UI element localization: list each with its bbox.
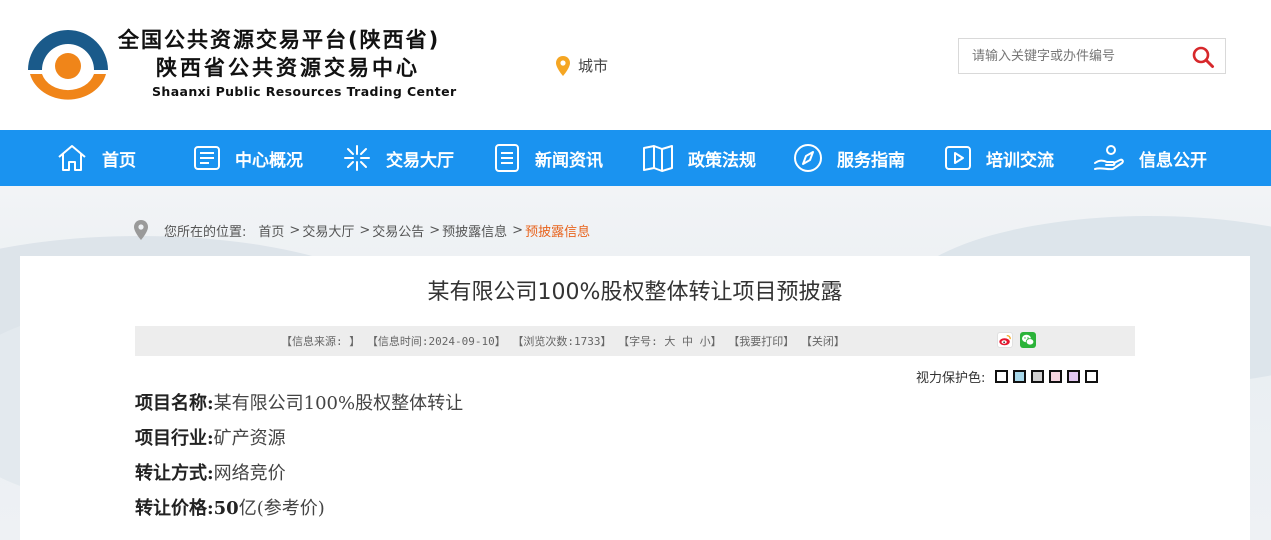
info-time: 【信息时间:2024-09-10】	[366, 335, 506, 348]
field-label: 项目行业:	[135, 428, 214, 449]
nav-item-service-guide[interactable]: 服务指南	[793, 130, 905, 186]
article-info-bar: 【信息来源: 】 【信息时间:2024-09-10】 【浏览次数:1733】 【…	[135, 326, 1135, 356]
logo-title-center: 陕西省公共资源交易中心	[156, 56, 420, 80]
nav-label: 政策法规	[688, 150, 756, 171]
field-label: 项目名称:	[135, 393, 214, 414]
search-icon[interactable]	[1191, 45, 1215, 69]
field-value: 网络竞价	[213, 463, 286, 484]
nav-label: 新闻资讯	[535, 150, 603, 171]
home-icon	[58, 145, 86, 171]
breadcrumb-separator: >	[359, 222, 371, 238]
breadcrumb-current: 预披露信息	[525, 224, 591, 240]
wechat-icon[interactable]	[1020, 332, 1036, 348]
newspaper-icon	[194, 146, 220, 170]
info-views: 【浏览次数:1733】	[512, 335, 612, 348]
logo-icon[interactable]	[22, 20, 114, 108]
compass-icon	[794, 144, 822, 172]
article-card: 某有限公司100%股权整体转让项目预披露 【信息来源: 】 【信息时间:2024…	[20, 256, 1250, 540]
breadcrumb-prefix: 您所在的位置:	[164, 224, 247, 240]
nav-item-news[interactable]: 新闻资讯	[493, 130, 603, 186]
breadcrumb-announcements[interactable]: 交易公告	[372, 221, 424, 240]
nav-label: 首页	[102, 150, 136, 171]
nav-label: 服务指南	[837, 150, 905, 171]
video-icon	[945, 146, 971, 170]
nav-item-policy[interactable]: 政策法规	[642, 130, 756, 186]
sparkle-icon	[344, 145, 370, 171]
book-icon	[643, 145, 673, 172]
weibo-icon[interactable]	[997, 332, 1013, 348]
eye-care-colors: 视力保护色:	[916, 367, 1099, 386]
nav-item-info-disclosure[interactable]: 信息公开	[1093, 130, 1207, 186]
location-pin-icon	[556, 55, 570, 76]
article-title: 某有限公司100%股权整体转让项目预披露	[427, 280, 843, 305]
logo-title-national: 全国公共资源交易平台(陕西省)	[118, 28, 441, 52]
info-source: 【信息来源: 】	[281, 335, 361, 348]
font-size-medium[interactable]: 中	[682, 335, 693, 348]
field-transfer-price: 转让价格:50亿(参考价)	[135, 494, 463, 529]
breadcrumb-pre-disclosure[interactable]: 预披露信息	[442, 221, 507, 240]
eye-care-swatch-default[interactable]	[1085, 370, 1099, 383]
print-link[interactable]: 【我要打印】	[728, 335, 794, 348]
price-amount: 50	[213, 498, 239, 519]
nav-label: 信息公开	[1139, 150, 1207, 171]
price-unit: 亿(参考价)	[238, 498, 325, 519]
logo-text[interactable]: 全国公共资源交易平台(陕西省) 陕西省公共资源交易中心 Shaanxi Publ…	[118, 26, 457, 99]
logo-title-english: Shaanxi Public Resources Trading Center	[152, 84, 457, 99]
eye-care-swatch-purple[interactable]	[1067, 370, 1081, 383]
document-icon	[495, 144, 519, 172]
site-header: 全国公共资源交易平台(陕西省) 陕西省公共资源交易中心 Shaanxi Publ…	[0, 0, 1271, 130]
article-meta: 【信息来源: 】 【信息时间:2024-09-10】 【浏览次数:1733】 【…	[281, 333, 845, 349]
breadcrumb-separator: >	[512, 222, 524, 238]
nav-item-trading-hall[interactable]: 交易大厅	[342, 130, 454, 186]
field-project-name: 项目名称:某有限公司100%股权整体转让	[135, 389, 463, 424]
nav-label: 中心概况	[235, 150, 303, 171]
field-label: 转让方式:	[135, 463, 214, 484]
city-label: 城市	[578, 57, 609, 75]
eye-care-swatch-gray[interactable]	[1031, 370, 1045, 383]
eye-care-swatch-white[interactable]	[995, 370, 1009, 383]
search-box	[958, 38, 1226, 74]
nav-item-training[interactable]: 培训交流	[944, 130, 1054, 186]
eye-care-swatch-pink[interactable]	[1049, 370, 1063, 383]
hand-icon	[1094, 145, 1124, 171]
nav-label: 培训交流	[986, 150, 1054, 171]
project-fields: 项目名称:某有限公司100%股权整体转让 项目行业:矿产资源 转让方式:网络竞价…	[135, 389, 463, 529]
font-size-label: 【字号:	[618, 335, 658, 348]
font-size-large[interactable]: 大	[664, 335, 675, 348]
nav-label: 交易大厅	[386, 150, 454, 171]
field-transfer-method: 转让方式:网络竞价	[135, 459, 463, 494]
breadcrumb-separator: >	[289, 222, 301, 238]
field-project-industry: 项目行业:矿产资源	[135, 424, 463, 459]
search-input[interactable]	[959, 39, 1179, 73]
nav-item-home[interactable]: 首页	[56, 130, 136, 186]
field-value: 矿产资源	[213, 428, 286, 449]
font-size-small[interactable]: 小】	[700, 335, 722, 348]
main-nav: 首页 中心概况 交易大厅 新闻资讯 政策法规 服务指南 培训交流 信息公开	[0, 130, 1271, 186]
close-link[interactable]: 【关闭】	[801, 335, 845, 348]
eye-care-label: 视力保护色:	[916, 371, 986, 386]
breadcrumb: 您所在的位置: 首页 > 交易大厅 > 交易公告 > 预披露信息 > 预披露信息	[134, 220, 590, 240]
field-label: 转让价格:	[135, 498, 214, 519]
nav-item-center-overview[interactable]: 中心概况	[193, 130, 303, 186]
city-selector[interactable]: 城市	[556, 55, 608, 76]
breadcrumb-separator: >	[429, 222, 441, 238]
eye-care-swatch-blue[interactable]	[1013, 370, 1027, 383]
field-value: 某有限公司100%股权整体转让	[213, 393, 464, 414]
location-pin-icon	[134, 220, 148, 240]
breadcrumb-home[interactable]: 首页	[258, 221, 284, 240]
breadcrumb-trading-hall[interactable]: 交易大厅	[302, 221, 354, 240]
